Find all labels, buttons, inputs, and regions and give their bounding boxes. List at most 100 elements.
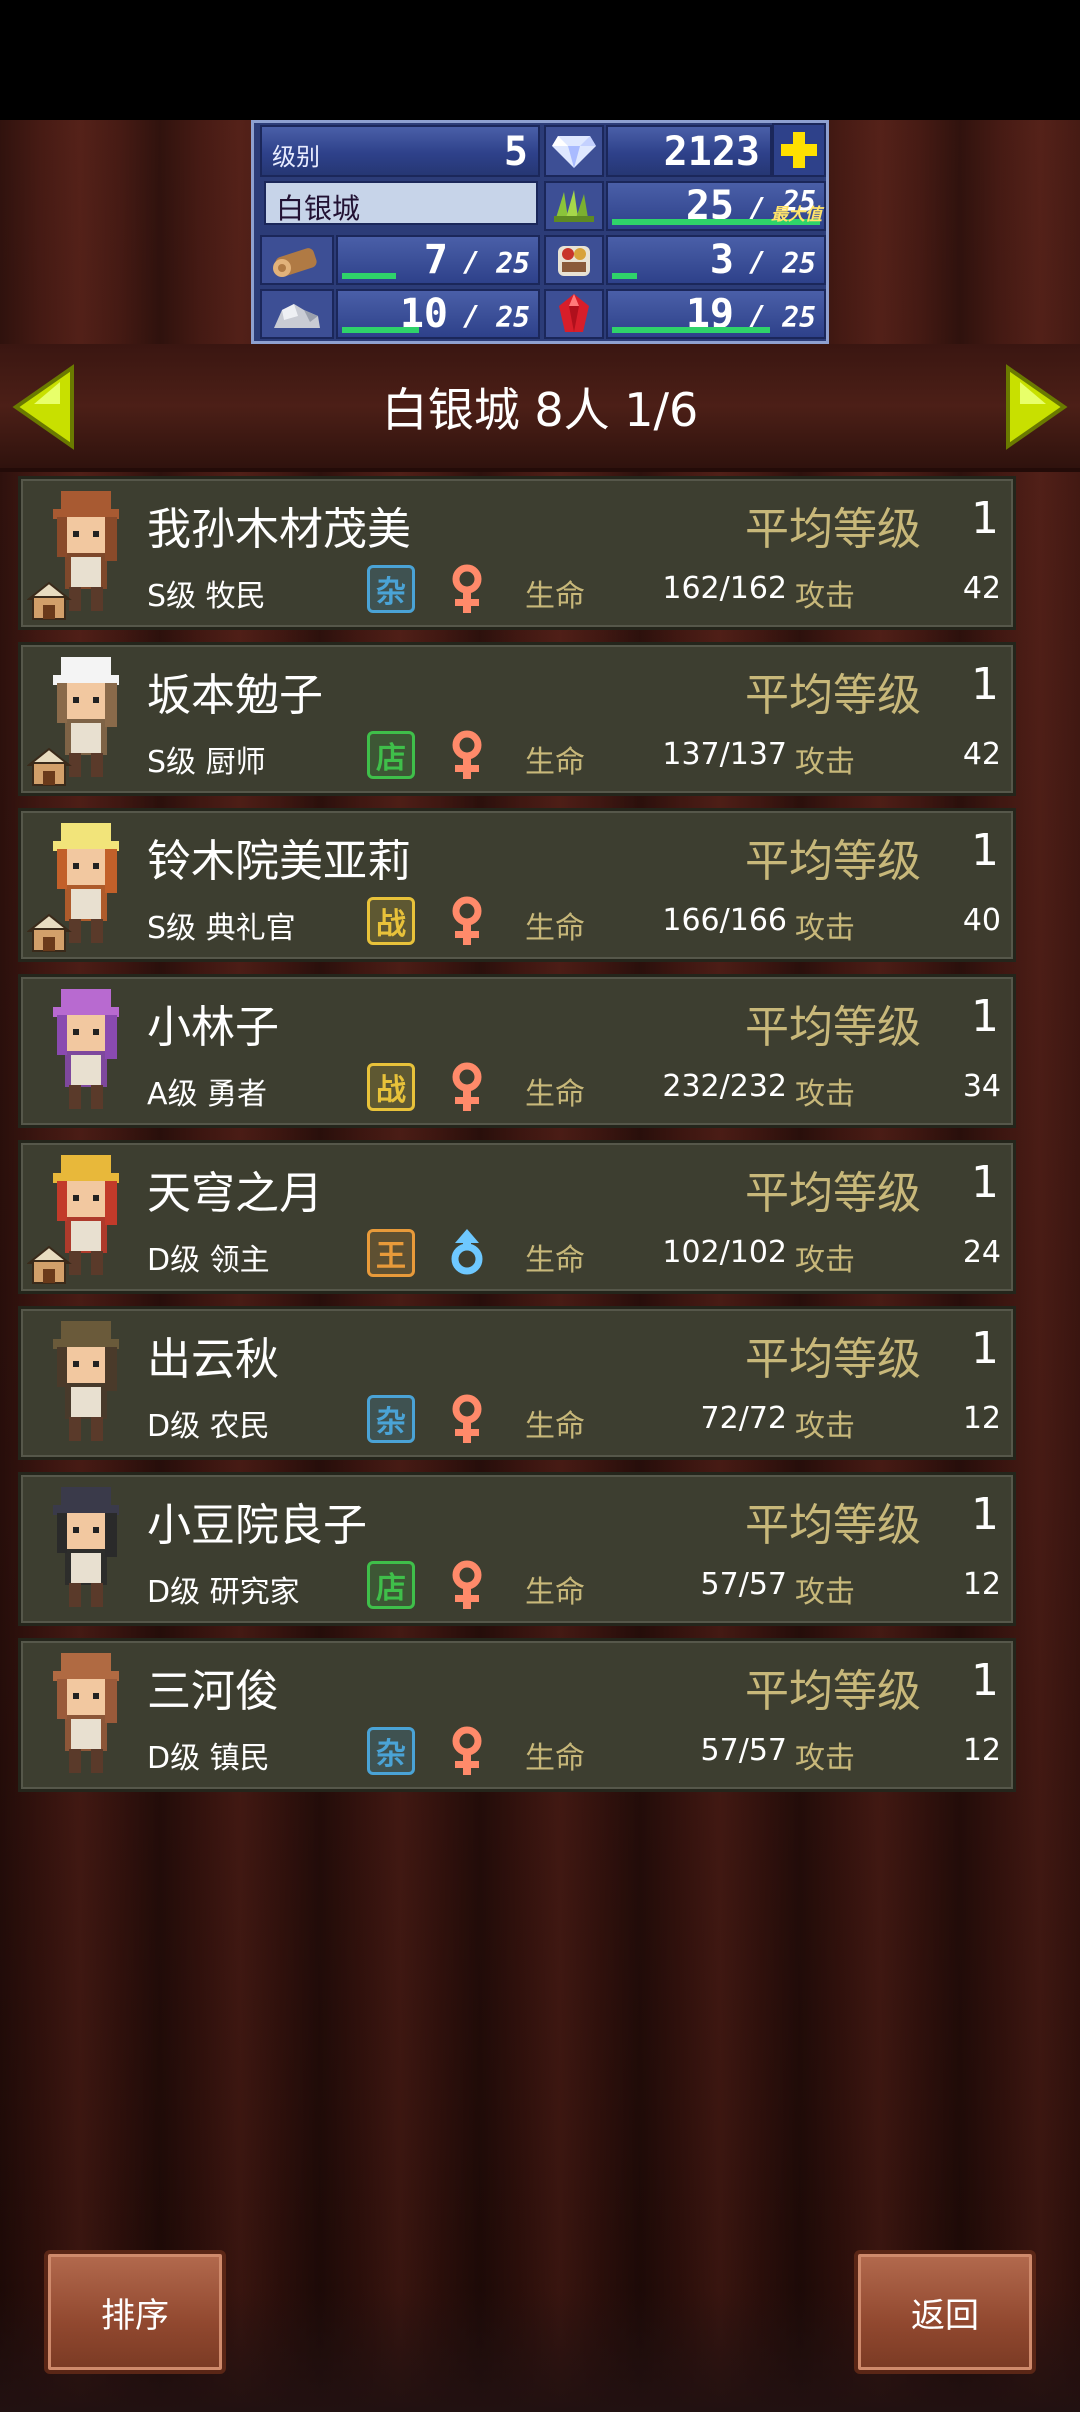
hp-value: 162/162 [662, 571, 787, 606]
type-badge: 王 [367, 1229, 415, 1277]
hp-value: 57/57 [700, 1567, 787, 1602]
avg-level-value: 1 [971, 1489, 999, 1540]
resident-name: 三河俊 [147, 1666, 279, 1717]
food-current: 3 [709, 237, 734, 283]
next-page-button[interactable] [1000, 364, 1070, 450]
level-cell: 级别 5 [260, 125, 540, 177]
grass-stat: 25 / 25 最大值 [606, 181, 826, 231]
plus-icon [781, 132, 817, 168]
resident-card[interactable]: 坂本勉子 平均等级 1 S级 厨师 店 生命 137/137 攻击 42 [18, 642, 1016, 796]
resident-name: 坂本勉子 [147, 670, 323, 721]
page-title: 白银城 8人 1/6 [381, 383, 699, 437]
hp-value: 166/166 [662, 903, 787, 938]
level-label: 级别 [272, 143, 320, 171]
avg-level-label: 平均等级 [745, 1168, 921, 1219]
gem-icon [544, 125, 604, 177]
wood-icon [260, 235, 334, 285]
avg-level-value: 1 [971, 1323, 999, 1374]
avg-level-value: 1 [971, 1157, 999, 1208]
type-badge: 杂 [367, 1395, 415, 1443]
female-gender-icon [447, 1393, 487, 1445]
resident-rank-job: S级 典礼官 [147, 911, 296, 946]
food-icon [544, 235, 604, 285]
resident-name: 我孙木材茂美 [147, 504, 411, 555]
food-stat: 3 / 25 [606, 235, 826, 285]
gem-count: 2123 [663, 129, 760, 175]
attack-value: 24 [962, 1235, 1001, 1270]
attack-value: 12 [962, 1567, 1001, 1602]
back-button[interactable]: 返回 [854, 2250, 1036, 2374]
avg-level-label: 平均等级 [745, 1002, 921, 1053]
resident-rank-job: A级 勇者 [147, 1077, 268, 1112]
hp-label: 生命 [525, 1575, 585, 1610]
resident-card[interactable]: 三河俊 平均等级 1 D级 镇民 杂 生命 57/57 攻击 12 [18, 1638, 1016, 1792]
grass-max-label: 最大值 [771, 205, 822, 225]
avg-level-value: 1 [971, 991, 999, 1042]
ore-icon [260, 289, 334, 339]
resident-rank-job: D级 研究家 [147, 1575, 300, 1610]
arrow-right-icon [1006, 364, 1068, 450]
attack-label: 攻击 [795, 911, 855, 946]
avg-level-label: 平均等级 [745, 670, 921, 721]
type-badge: 杂 [367, 1727, 415, 1775]
resident-name: 铃木院美亚莉 [147, 836, 411, 887]
wood-bar [342, 273, 396, 279]
hp-value: 137/137 [662, 737, 787, 772]
resident-card[interactable]: 小豆院良子 平均等级 1 D级 研究家 店 生命 57/57 攻击 12 [18, 1472, 1016, 1626]
wood-stat: 7 / 25 [336, 235, 540, 285]
female-gender-icon [447, 1559, 487, 1611]
attack-label: 攻击 [795, 1575, 855, 1610]
attack-value: 42 [962, 571, 1001, 606]
mana-crystal-icon [544, 289, 604, 339]
mana-bar [612, 327, 771, 333]
resident-card[interactable]: 我孙木材茂美 平均等级 1 S级 牧民 杂 生命 162/162 攻击 42 [18, 476, 1016, 630]
hp-value: 232/232 [662, 1069, 787, 1104]
resident-avatar [26, 487, 145, 621]
town-name: 白银城 [264, 181, 538, 225]
wood-max: 25 [496, 247, 530, 280]
attack-label: 攻击 [795, 1077, 855, 1112]
food-slash: / [751, 245, 762, 278]
grass-icon [544, 181, 604, 231]
hp-label: 生命 [525, 1243, 585, 1278]
resident-avatar [26, 819, 145, 953]
resident-card[interactable]: 铃木院美亚莉 平均等级 1 S级 典礼官 战 生命 166/166 攻击 40 [18, 808, 1016, 962]
status-bar [0, 0, 1080, 120]
resident-card[interactable]: 出云秋 平均等级 1 D级 农民 杂 生命 72/72 攻击 12 [18, 1306, 1016, 1460]
hp-label: 生命 [525, 1077, 585, 1112]
resident-rank-job: D级 领主 [147, 1243, 270, 1278]
avg-level-value: 1 [971, 493, 999, 544]
resident-avatar [27, 1649, 145, 1783]
resident-card[interactable]: 天穹之月 平均等级 1 D级 领主 王 生命 102/102 攻击 24 [18, 1140, 1016, 1294]
resident-name: 小豆院良子 [147, 1500, 367, 1551]
ore-slash: / [465, 299, 476, 332]
male-gender-icon [447, 1227, 487, 1279]
hp-label: 生命 [525, 911, 585, 946]
ore-stat: 10 / 25 [336, 289, 540, 339]
type-badge: 杂 [367, 565, 415, 613]
avg-level-value: 1 [971, 825, 999, 876]
hp-label: 生命 [525, 1409, 585, 1444]
resident-avatar [27, 1317, 145, 1451]
wood-current: 7 [423, 237, 448, 283]
mana-stat: 19 / 25 [606, 289, 826, 339]
female-gender-icon [447, 729, 487, 781]
resident-name: 小林子 [147, 1002, 279, 1053]
ore-bar [342, 327, 419, 333]
hp-label: 生命 [525, 745, 585, 780]
attack-label: 攻击 [795, 1741, 855, 1776]
level-value: 5 [503, 129, 528, 175]
avg-level-label: 平均等级 [745, 1500, 921, 1551]
resident-rank-job: S级 牧民 [147, 579, 266, 614]
attack-value: 12 [962, 1401, 1001, 1436]
female-gender-icon [447, 1061, 487, 1113]
avg-level-value: 1 [971, 1655, 999, 1706]
resident-avatar [27, 985, 145, 1119]
resident-name: 出云秋 [147, 1334, 279, 1385]
resident-card[interactable]: 小林子 平均等级 1 A级 勇者 战 生命 232/232 攻击 34 [18, 974, 1016, 1128]
hp-value: 102/102 [662, 1235, 787, 1270]
female-gender-icon [447, 563, 487, 615]
sort-button[interactable]: 排序 [44, 2250, 226, 2374]
add-gems-button[interactable] [772, 123, 826, 177]
type-badge: 店 [367, 731, 415, 779]
